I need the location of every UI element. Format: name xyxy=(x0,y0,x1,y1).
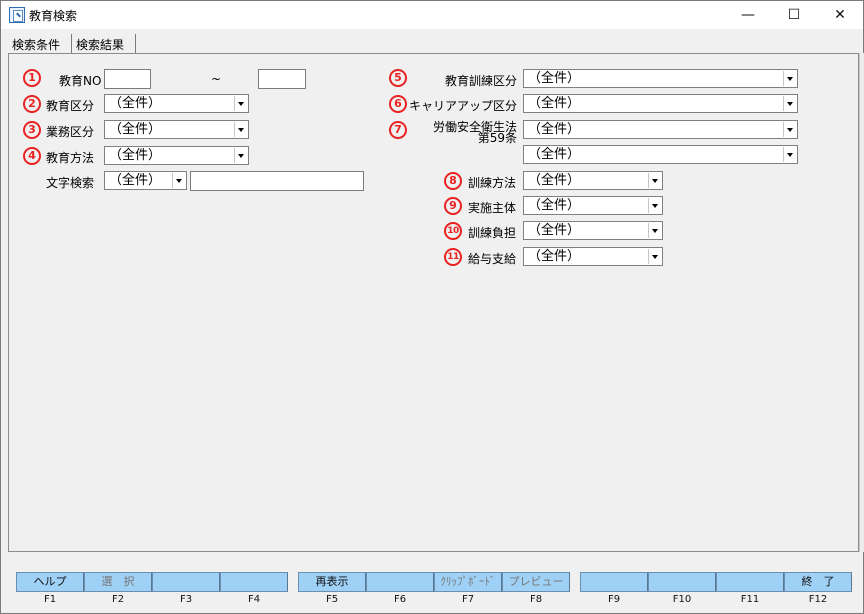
f12-key-label: F12 xyxy=(808,594,828,605)
f8-key-label: F8 xyxy=(529,594,543,605)
training-method-value: （全件） xyxy=(528,173,581,188)
chevron-down-icon[interactable] xyxy=(783,71,796,86)
application-icon xyxy=(9,7,25,23)
number-badge-6: 6 xyxy=(389,95,407,113)
education-no-to-input[interactable] xyxy=(258,69,306,89)
f10-key-label: F10 xyxy=(672,594,692,605)
labor-safety-law-select-2[interactable]: （全件） xyxy=(523,145,798,164)
f8-preview-button[interactable]: プレビュー xyxy=(502,572,570,592)
education-method-value: （全件） xyxy=(109,148,162,163)
education-category-value: （全件） xyxy=(109,96,162,111)
labor-safety-law-value-1: （全件） xyxy=(528,122,581,137)
f5-key-label: F5 xyxy=(325,594,339,605)
vertical-scrollbar[interactable] xyxy=(859,53,864,552)
chevron-down-icon[interactable] xyxy=(783,147,796,162)
f5-refresh-button[interactable]: 再表示 xyxy=(298,572,366,592)
f3-key-label: F3 xyxy=(179,594,193,605)
window-title: 教育検索 xyxy=(29,9,78,23)
chevron-down-icon[interactable] xyxy=(648,198,661,213)
labor-safety-law-select-1[interactable]: （全件） xyxy=(523,120,798,139)
title-bar: 教育検索 — ☐ ✕ xyxy=(1,1,863,29)
f1-key-label: F1 xyxy=(43,594,57,605)
chevron-down-icon[interactable] xyxy=(234,122,247,137)
close-button[interactable]: ✕ xyxy=(817,1,863,29)
f6-button[interactable] xyxy=(366,572,434,592)
number-badge-10: 10 xyxy=(444,222,462,240)
f6-key-label: F6 xyxy=(393,594,407,605)
business-category-select[interactable]: （全件） xyxy=(104,120,249,139)
range-separator: ~ xyxy=(211,72,222,86)
career-up-category-value: （全件） xyxy=(528,96,581,111)
chevron-down-icon[interactable] xyxy=(648,173,661,188)
text-search-mode-select[interactable]: （全件） xyxy=(104,171,187,190)
chevron-down-icon[interactable] xyxy=(234,148,247,163)
training-category-select[interactable]: （全件） xyxy=(523,69,798,88)
implementing-body-select[interactable]: （全件） xyxy=(523,196,663,215)
career-up-category-label: キャリアアップ区分 xyxy=(409,99,518,113)
chevron-down-icon[interactable] xyxy=(783,96,796,111)
text-search-label: 文字検索 xyxy=(46,176,95,190)
chevron-down-icon[interactable] xyxy=(234,96,247,111)
business-category-label: 業務区分 xyxy=(46,125,95,139)
f11-key-label: F11 xyxy=(740,594,760,605)
f3-button[interactable] xyxy=(152,572,220,592)
training-method-label: 訓練方法 xyxy=(468,176,517,190)
education-category-select[interactable]: （全件） xyxy=(104,94,249,113)
number-badge-5: 5 xyxy=(389,69,407,87)
f10-button[interactable] xyxy=(648,572,716,592)
minimize-button[interactable]: — xyxy=(725,1,771,29)
salary-payment-value: （全件） xyxy=(528,249,581,264)
number-badge-2: 2 xyxy=(23,95,41,113)
main-window: 教育検索 — ☐ ✕ 検索条件 検索結果 1 教育NO ~ 2 教育区分 （全件… xyxy=(0,0,864,614)
salary-payment-label: 給与支給 xyxy=(468,252,517,266)
training-burden-select[interactable]: （全件） xyxy=(523,221,663,240)
f9-button[interactable] xyxy=(580,572,648,592)
f7-clipboard-button[interactable]: ｸﾘｯﾌﾟﾎﾞｰﾄﾞ xyxy=(434,572,502,592)
f2-select-button[interactable]: 選 択 xyxy=(84,572,152,592)
f7-key-label: F7 xyxy=(461,594,475,605)
f4-key-label: F4 xyxy=(247,594,261,605)
number-badge-7: 7 xyxy=(389,121,407,139)
implementing-body-value: （全件） xyxy=(528,198,581,213)
education-method-label: 教育方法 xyxy=(46,151,95,165)
salary-payment-select[interactable]: （全件） xyxy=(523,247,663,266)
f12-exit-button[interactable]: 終 了 xyxy=(784,572,852,592)
training-burden-value: （全件） xyxy=(528,223,581,238)
number-badge-3: 3 xyxy=(23,121,41,139)
tab-search-conditions[interactable]: 検索条件 xyxy=(8,34,72,54)
chevron-down-icon[interactable] xyxy=(648,249,661,264)
labor-safety-law-value-2: （全件） xyxy=(528,147,581,162)
number-badge-9: 9 xyxy=(444,197,462,215)
education-no-label: 教育NO xyxy=(59,74,102,88)
career-up-category-select[interactable]: （全件） xyxy=(523,94,798,113)
training-burden-label: 訓練負担 xyxy=(468,226,517,240)
number-badge-11: 11 xyxy=(444,248,462,266)
number-badge-4: 4 xyxy=(23,147,41,165)
maximize-button[interactable]: ☐ xyxy=(771,1,817,29)
text-search-input[interactable] xyxy=(190,171,364,191)
training-category-label: 教育訓練区分 xyxy=(445,74,518,88)
f4-button[interactable] xyxy=(220,572,288,592)
training-category-value: （全件） xyxy=(528,71,581,86)
f11-button[interactable] xyxy=(716,572,784,592)
f2-key-label: F2 xyxy=(111,594,125,605)
chevron-down-icon[interactable] xyxy=(648,223,661,238)
chevron-down-icon[interactable] xyxy=(783,122,796,137)
labor-safety-law-label: 労働安全衛生法 第59条 xyxy=(432,121,517,145)
education-method-select[interactable]: （全件） xyxy=(104,146,249,165)
business-category-value: （全件） xyxy=(109,122,162,137)
function-key-bar: ヘルプ 選 択 再表示 ｸﾘｯﾌﾟﾎﾞｰﾄﾞ プレビュー 終 了 xyxy=(16,572,852,592)
training-method-select[interactable]: （全件） xyxy=(523,171,663,190)
text-search-mode-value: （全件） xyxy=(109,173,162,188)
f9-key-label: F9 xyxy=(607,594,621,605)
labor-safety-law-label-line-2: 第59条 xyxy=(477,131,517,145)
tab-search-results[interactable]: 検索結果 xyxy=(72,34,136,54)
f1-help-button[interactable]: ヘルプ xyxy=(16,572,84,592)
number-badge-1: 1 xyxy=(23,69,41,87)
number-badge-8: 8 xyxy=(444,172,462,190)
implementing-body-label: 実施主体 xyxy=(468,201,517,215)
education-no-from-input[interactable] xyxy=(104,69,151,89)
chevron-down-icon[interactable] xyxy=(172,173,185,188)
education-category-label: 教育区分 xyxy=(46,99,95,113)
